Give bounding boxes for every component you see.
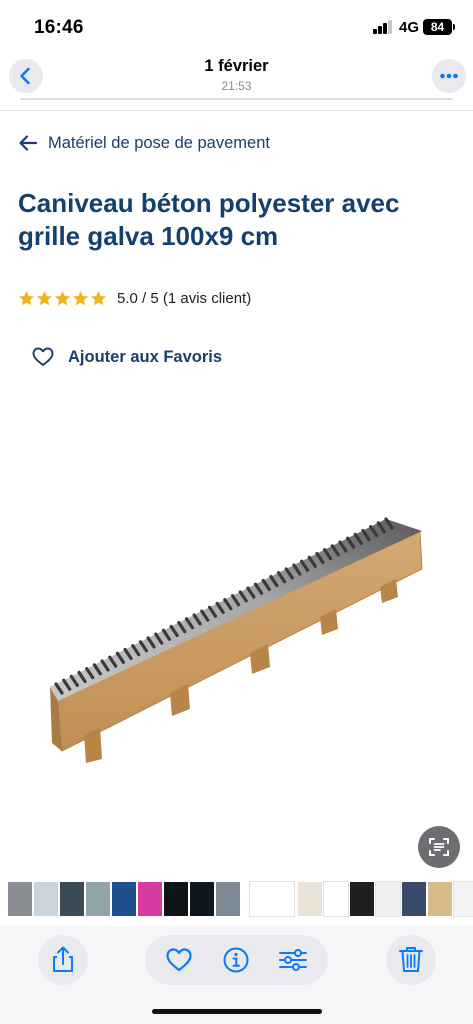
battery-icon: 84	[423, 19, 452, 35]
thumbnail[interactable]	[323, 881, 349, 917]
thumbnail[interactable]	[112, 882, 136, 916]
thumbnail-strip[interactable]	[0, 879, 473, 919]
arrow-left-icon	[19, 135, 38, 151]
breadcrumb[interactable]: Matériel de pose de pavement	[18, 130, 270, 156]
star-icon	[90, 290, 107, 305]
star-icon	[72, 290, 89, 305]
thumbnail[interactable]	[34, 882, 58, 916]
thumbnail[interactable]	[60, 882, 84, 916]
thumbnail-current[interactable]	[249, 881, 295, 917]
network-type: 4G	[399, 19, 420, 36]
star-icon	[54, 290, 71, 305]
signal-icon	[373, 20, 395, 34]
thumbnail[interactable]	[298, 882, 322, 916]
share-button[interactable]	[38, 935, 88, 985]
photo-header: 1 février 21:53	[0, 48, 473, 111]
rating-stars	[18, 290, 107, 307]
thumbnail[interactable]	[8, 882, 32, 916]
thumbnail[interactable]	[428, 882, 452, 916]
visual-lookup-button[interactable]	[418, 826, 460, 868]
breadcrumb-label[interactable]: Matériel de pose de pavement	[48, 134, 270, 153]
photo-actions-group	[145, 935, 328, 985]
status-time: 16:46	[34, 17, 84, 38]
thumbnail[interactable]	[138, 882, 162, 916]
thumbnail[interactable]	[375, 881, 401, 917]
add-to-favorites-button[interactable]: Ajouter aux Favoris	[32, 344, 222, 370]
rating[interactable]: 5.0 / 5 (1 avis client)	[18, 287, 251, 309]
product-page: Matériel de pose de pavement Caniveau bé…	[0, 111, 473, 876]
battery-tip	[453, 24, 455, 30]
add-to-favorites-label: Ajouter aux Favoris	[68, 347, 223, 366]
thumbnail[interactable]	[350, 882, 374, 916]
heart-outline-icon	[32, 347, 54, 366]
thumbnail[interactable]	[164, 882, 188, 916]
sliders-icon[interactable]	[278, 947, 308, 973]
thumbnail[interactable]	[402, 882, 426, 916]
thumbnail[interactable]	[86, 882, 110, 916]
ellipsis-icon	[440, 73, 458, 79]
trash-icon	[399, 947, 423, 972]
thumbnail[interactable]	[453, 881, 473, 917]
star-icon	[18, 290, 35, 305]
rating-text: 5.0 / 5 (1 avis client)	[117, 289, 252, 307]
product-image[interactable]	[40, 511, 430, 771]
photo-time: 21:53	[221, 79, 252, 93]
share-icon	[53, 946, 73, 972]
star-icon	[36, 290, 53, 305]
photo-date: 1 février	[204, 57, 269, 75]
status-bar: 16:46 4G 84	[0, 0, 473, 48]
thumbnail[interactable]	[190, 882, 214, 916]
thumbnail[interactable]	[216, 882, 240, 916]
product-title: Caniveau béton polyester avec grille gal…	[18, 188, 400, 251]
live-text-icon	[429, 838, 449, 856]
delete-button[interactable]	[386, 935, 436, 985]
info-icon[interactable]	[222, 946, 250, 974]
screenshot-edge	[20, 98, 453, 100]
more-button[interactable]	[432, 59, 466, 93]
home-indicator	[152, 1009, 322, 1014]
heart-icon[interactable]	[165, 947, 193, 973]
